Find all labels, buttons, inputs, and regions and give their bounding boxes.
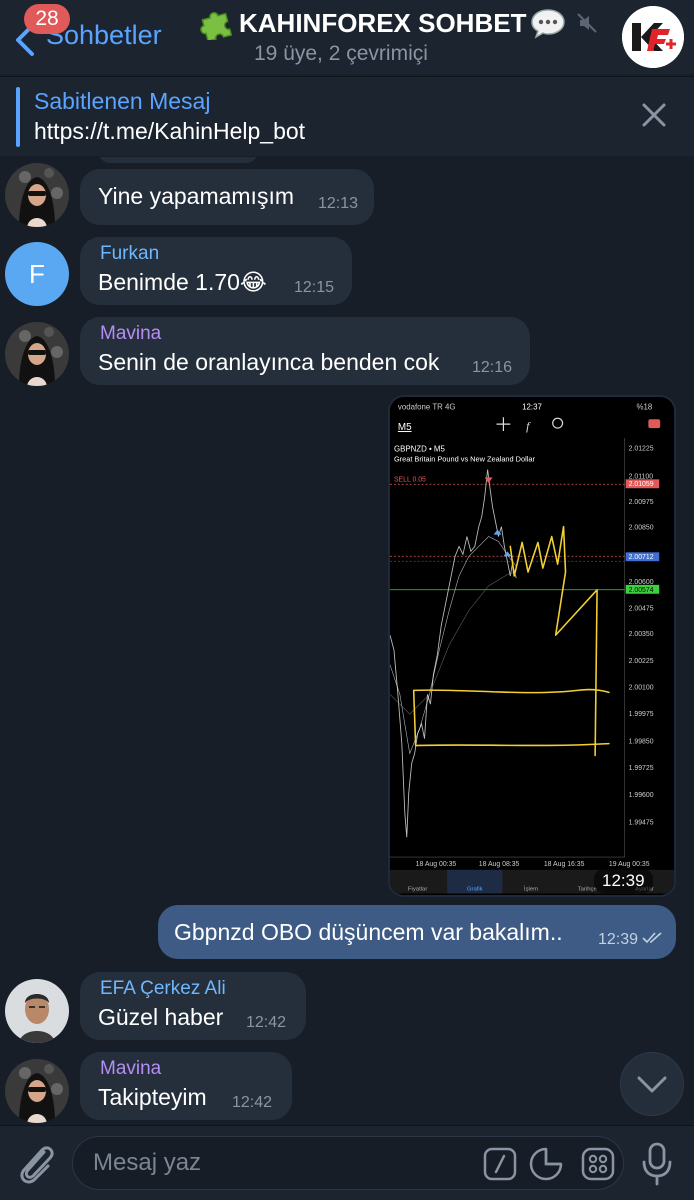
price-label: 1.99725 <box>629 765 654 772</box>
message-text: Senin de oranlayınca benden cok <box>98 349 440 375</box>
message-sender: EFA Çerkez Ali <box>100 978 226 999</box>
chart-symbol: GBPNZD • M5 <box>394 445 446 454</box>
message-sender: Furkan <box>100 243 160 264</box>
price-label: 1.99850 <box>629 739 654 746</box>
photo-time: 12:39 <box>594 869 653 893</box>
price-label: 2.01225 <box>629 446 654 453</box>
chat-member-status: 19 üye, 2 çevrimiçi <box>254 42 428 65</box>
message-text: Gbpnzd OBO düşüncem var bakalım.. <box>174 919 563 945</box>
price-label: 2.00350 <box>629 631 654 638</box>
price-label: 1.99475 <box>629 819 654 826</box>
message-list[interactable]: Yine yapamamışım 12:13 F Furkan Benimde … <box>0 157 694 1125</box>
kahinforex-logo-icon <box>622 6 684 68</box>
timeframe-label: M5 <box>398 422 412 433</box>
microphone-icon[interactable] <box>640 1142 674 1186</box>
price-label: 2.00100 <box>629 684 654 691</box>
price-label: 1.99600 <box>629 792 654 799</box>
avatar[interactable]: F <box>5 242 69 306</box>
time-label: 18 Aug 16:35 <box>544 861 585 868</box>
price-label: 2.00712 <box>629 554 654 561</box>
group-avatar[interactable] <box>622 6 684 68</box>
chat-title-text: KAHINFOREX SOHBET <box>239 7 527 38</box>
avatar[interactable] <box>5 979 69 1043</box>
message-bubble[interactable]: Yine yapamamışım 12:13 <box>80 169 374 225</box>
price-label: 2.00475 <box>629 606 654 613</box>
message-bubble[interactable]: Mavina Takipteyim 12:42 <box>80 1052 292 1120</box>
pinned-message[interactable]: Sabitlenen Mesaj https://t.me/KahinHelp_… <box>0 76 694 156</box>
time-label: 19 Aug 00:35 <box>609 861 650 868</box>
tab-label: Grafik <box>467 887 483 893</box>
chat-title[interactable]: KAHINFOREX SOHBET <box>200 6 598 40</box>
paperclip-icon[interactable] <box>14 1140 58 1188</box>
tab-label: İşlem <box>524 886 538 893</box>
mute-icon <box>577 13 598 33</box>
message-time: 12:15 <box>294 279 335 296</box>
message-time: 12:39 <box>598 931 639 948</box>
woman-avatar-icon <box>5 322 69 386</box>
price-label: 1.99975 <box>629 711 654 718</box>
emoji-grid-icon[interactable] <box>581 1147 615 1181</box>
close-icon[interactable] <box>640 101 668 129</box>
unread-badge: 28 <box>24 4 70 34</box>
message-time: 12:42 <box>232 1094 273 1111</box>
price-label: 2.00574 <box>629 587 654 594</box>
chart-symbol-desc: Great Britain Pound vs New Zealand Dolla… <box>394 455 536 464</box>
avatar-letter: F <box>29 259 45 289</box>
woman-avatar-icon <box>5 1059 69 1123</box>
trading-chart-image: vodafone TR 4G 12:37 %18 M5 f GBPNZD • M… <box>390 398 674 894</box>
message-input[interactable] <box>93 1147 473 1179</box>
time-label: 18 Aug 00:35 <box>416 861 457 868</box>
message-bubble[interactable]: Mavina Senin de oranlayınca benden cok 1… <box>80 317 530 385</box>
message-bubble-outgoing[interactable]: Gbpnzd OBO düşüncem var bakalım.. 12:39 <box>158 905 676 959</box>
avatar[interactable] <box>5 322 69 386</box>
price-label: 2.01100 <box>629 473 654 480</box>
message-input-bar <box>0 1125 694 1200</box>
sell-order-label: SELL 0.05 <box>394 476 426 483</box>
status-time: 12:37 <box>522 402 542 411</box>
message-sender: Mavina <box>100 323 162 344</box>
pinned-text: https://t.me/KahinHelp_bot <box>34 118 306 144</box>
pinned-title: Sabitlenen Mesaj <box>34 88 211 114</box>
woman-avatar-icon <box>5 163 69 227</box>
message-field[interactable] <box>72 1136 624 1190</box>
double-check-icon <box>642 932 662 944</box>
message-text: Benimde 1.70😂 <box>98 269 267 295</box>
chart-screenshot-photo[interactable]: vodafone TR 4G 12:37 %18 M5 f GBPNZD • M… <box>388 395 676 897</box>
speech-bubble-icon <box>531 9 566 39</box>
avatar[interactable] <box>5 1059 69 1123</box>
sticker-icon[interactable] <box>529 1147 563 1181</box>
man-avatar-icon <box>5 979 69 1043</box>
status-carrier: vodafone TR 4G <box>398 402 456 411</box>
previous-message-fragment <box>98 157 258 163</box>
message-bubble[interactable]: Furkan Benimde 1.70😂 12:15 <box>80 237 352 305</box>
chat-header: Sohbetler 28 KAHINFOREX SOHBET 19 üye, 2… <box>0 0 694 74</box>
message-text: Takipteyim <box>98 1084 207 1110</box>
scroll-down-button[interactable] <box>620 1052 684 1116</box>
message-time: 12:42 <box>246 1014 287 1031</box>
message-text: Yine yapamamışım <box>98 183 294 209</box>
price-label: 2.00975 <box>629 499 654 506</box>
pinned-accent-bar <box>16 87 20 147</box>
puzzle-icon <box>200 12 233 40</box>
message-time: 12:16 <box>472 359 513 376</box>
message-sender: Mavina <box>100 1058 162 1079</box>
price-label: 2.01059 <box>629 481 654 488</box>
message-text: Güzel haber <box>98 1004 224 1030</box>
status-battery: %18 <box>637 402 653 411</box>
bot-command-icon[interactable] <box>483 1147 517 1181</box>
avatar[interactable] <box>5 163 69 227</box>
message-time: 12:13 <box>318 195 359 212</box>
price-label: 2.00600 <box>629 579 654 586</box>
tab-label: Fiyatlar <box>408 887 427 893</box>
message-bubble[interactable]: EFA Çerkez Ali Güzel haber 12:42 <box>80 972 306 1040</box>
time-label: 18 Aug 08:35 <box>479 861 520 868</box>
chevron-down-icon <box>637 1076 667 1093</box>
price-label: 2.00850 <box>629 525 654 532</box>
price-label: 2.00225 <box>629 658 654 665</box>
